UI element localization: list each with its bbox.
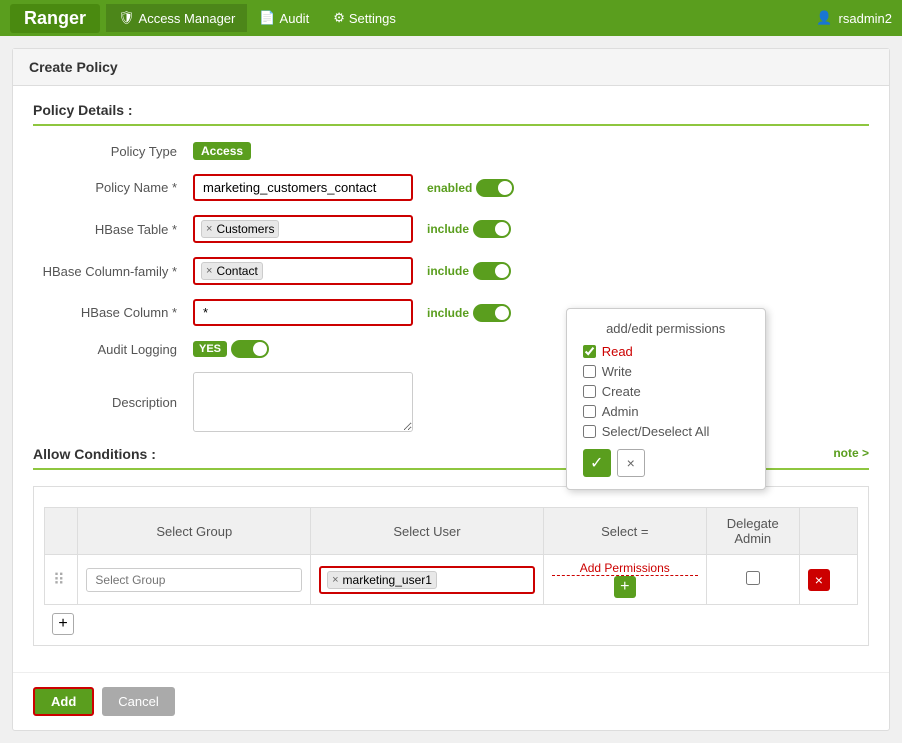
policy-name-toggle[interactable] — [476, 179, 514, 197]
main-container: Create Policy Policy Details : Policy Ty… — [12, 48, 890, 731]
policy-type-badge: Access — [193, 142, 251, 160]
cancel-button[interactable]: Cancel — [102, 687, 174, 716]
permission-create-label: Create — [602, 384, 641, 399]
hbase-column-toggle-wrapper: include — [427, 304, 511, 322]
select-user-tag-remove[interactable]: × — [332, 574, 338, 586]
delegate-admin-cell — [706, 555, 799, 605]
delegate-admin-checkbox[interactable] — [746, 571, 760, 585]
select-user-header: Select User — [311, 508, 544, 555]
add-permissions-button[interactable]: + — [614, 576, 636, 598]
select-group-input[interactable] — [86, 568, 302, 592]
popup-cancel-button[interactable]: × — [617, 449, 645, 477]
brand-logo: Ranger — [10, 4, 100, 33]
add-button[interactable]: Add — [33, 687, 94, 716]
select-group-header: Select Group — [78, 508, 311, 555]
nav-access-manager[interactable]: 🛡 Access Manager — [106, 4, 247, 32]
hbase-column-family-tag-remove[interactable]: × — [206, 265, 212, 277]
actions-col-header — [799, 508, 857, 555]
hbase-table-toggle[interactable] — [473, 220, 511, 238]
permissions-cell: Add Permissions + — [543, 555, 706, 605]
conditions-table: Select Group Select User Select = add/ed… — [44, 507, 858, 605]
select-user-input[interactable]: × marketing_user1 — [319, 566, 535, 594]
file-icon: 📄 — [259, 10, 275, 26]
permissions-popup: add/edit permissions Read Write — [566, 308, 766, 490]
hbase-column-family-label: HBase Column-family * — [33, 264, 193, 279]
delegate-admin-header: Delegate Admin — [706, 508, 799, 555]
user-info: 👤 rsadmin2 — [816, 10, 892, 26]
permission-read-checkbox[interactable] — [583, 345, 596, 358]
select-user-tag: × marketing_user1 — [327, 571, 437, 589]
permission-write-label: Write — [602, 364, 632, 379]
hbase-table-toggle-label: include — [427, 222, 469, 236]
hbase-column-family-toggle[interactable] — [473, 262, 511, 280]
popup-ok-button[interactable]: ✓ — [583, 449, 611, 477]
permission-select-all-label: Select/Deselect All — [602, 424, 710, 439]
audit-logging-yes: YES — [193, 341, 227, 357]
permission-select-all-checkbox[interactable] — [583, 425, 596, 438]
add-permissions-link[interactable]: Add Permissions — [552, 561, 698, 576]
hbase-table-toggle-wrapper: include — [427, 220, 511, 238]
nav-settings[interactable]: ⚙ Settings — [321, 4, 408, 32]
hbase-table-tag: × Customers — [201, 220, 279, 238]
policy-name-toggle-label: enabled — [427, 181, 472, 195]
policy-type-label: Policy Type — [33, 144, 193, 159]
drag-handle-cell: ⠿ — [45, 555, 78, 605]
audit-logging-label: Audit Logging — [33, 342, 193, 357]
policy-type-row: Policy Type Access — [33, 142, 869, 160]
drag-col-header — [45, 508, 78, 555]
permission-read-row: Read — [583, 344, 749, 359]
description-input[interactable] — [193, 372, 413, 432]
permission-admin-label: Admin — [602, 404, 639, 419]
policy-name-toggle-wrapper: enabled — [427, 179, 514, 197]
permission-create-row: Create — [583, 384, 749, 399]
permission-select-all-row: Select/Deselect All — [583, 424, 749, 439]
nav-audit[interactable]: 📄 Audit — [247, 4, 321, 32]
hbase-column-toggle-label: include — [427, 306, 469, 320]
hbase-column-family-input[interactable]: × Contact — [193, 257, 413, 285]
popup-title: add/edit permissions — [583, 321, 749, 336]
description-label: Description — [33, 395, 193, 410]
hbase-column-family-tag: × Contact — [201, 262, 263, 280]
hbase-table-row: HBase Table * × Customers include — [33, 215, 869, 243]
user-icon: 👤 — [816, 10, 832, 26]
gear-icon: ⚙ — [333, 10, 345, 26]
policy-name-input[interactable] — [193, 174, 413, 201]
hbase-column-toggle[interactable] — [473, 304, 511, 322]
select-user-cell: × marketing_user1 — [311, 555, 544, 605]
actions-cell: × — [799, 555, 857, 605]
permission-write-row: Write — [583, 364, 749, 379]
hbase-column-label: HBase Column * — [33, 305, 193, 320]
top-navigation: Ranger 🛡 Access Manager 📄 Audit ⚙ Settin… — [0, 0, 902, 36]
shield-icon: 🛡 — [118, 10, 135, 26]
permission-admin-checkbox[interactable] — [583, 405, 596, 418]
bottom-buttons: Add Cancel — [13, 672, 889, 730]
audit-logging-toggle[interactable] — [231, 340, 269, 358]
hbase-table-input[interactable]: × Customers — [193, 215, 413, 243]
hbase-column-family-row: HBase Column-family * × Contact include — [33, 257, 869, 285]
page-title: Create Policy — [13, 49, 889, 86]
permission-admin-row: Admin — [583, 404, 749, 419]
permission-create-checkbox[interactable] — [583, 385, 596, 398]
drag-handle-icon[interactable]: ⠿ — [53, 572, 65, 589]
hbase-column-input[interactable] — [193, 299, 413, 326]
policy-details-header: Policy Details : — [33, 102, 869, 126]
permission-write-checkbox[interactable] — [583, 365, 596, 378]
popup-buttons: ✓ × — [583, 449, 749, 477]
policy-name-label: Policy Name * — [33, 180, 193, 195]
hbase-column-family-toggle-wrapper: include — [427, 262, 511, 280]
hbase-table-tag-remove[interactable]: × — [206, 223, 212, 235]
permissions-header: Select = add/edit permissions Read — [543, 508, 706, 555]
hbase-column-family-toggle-label: include — [427, 264, 469, 278]
content-area: Policy Details : Policy Type Access Poli… — [13, 86, 889, 662]
allow-conditions-section: Allow Conditions : note > Select Group S… — [33, 446, 869, 646]
add-row-button[interactable]: + — [52, 613, 74, 635]
note-link[interactable]: note > — [833, 446, 869, 460]
table-row: ⠿ × marketing_user1 — [45, 555, 858, 605]
hbase-table-label: HBase Table * — [33, 222, 193, 237]
delete-row-button[interactable]: × — [808, 569, 830, 591]
select-group-cell — [78, 555, 311, 605]
permission-read-label: Read — [602, 344, 633, 359]
policy-name-row: Policy Name * enabled — [33, 174, 869, 201]
